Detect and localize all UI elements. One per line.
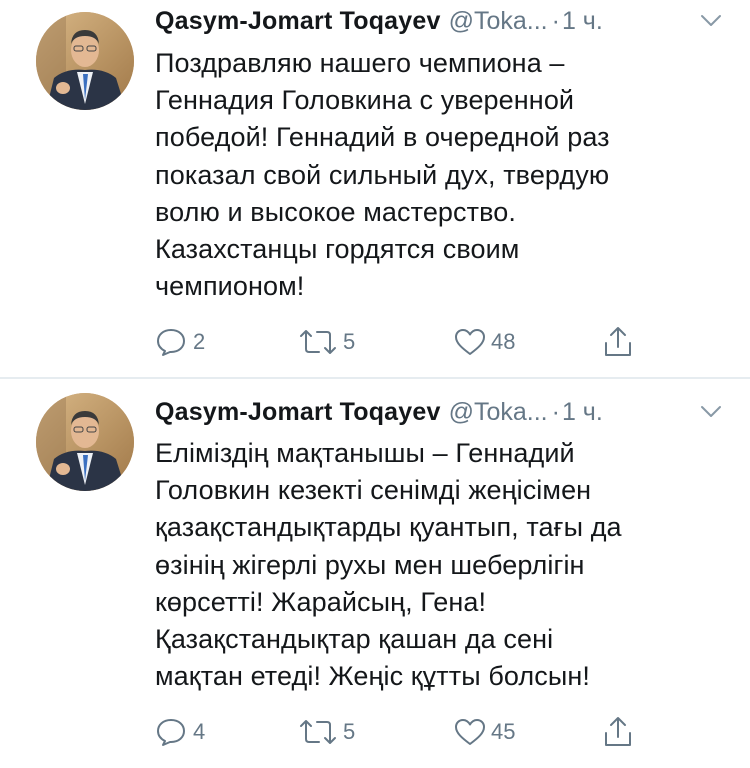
tweet-text-line: Қазақстандықтар қашан да сені (155, 624, 554, 655)
retweet-button[interactable]: 5 (297, 712, 355, 752)
retweet-icon (297, 327, 339, 357)
tweet-text: Еліміздің мақтанышы – Геннадий Головкин … (155, 435, 735, 695)
chevron-down-icon[interactable] (700, 405, 722, 419)
tweet-header: Qasym-Jomart Toqayev @Toka... ·1 ч. (155, 4, 730, 38)
avatar[interactable] (36, 12, 134, 110)
tweet-actions: 2 5 48 (155, 322, 655, 362)
tweet-text-line: Поздравляю нашего чемпиона – (155, 48, 565, 78)
tweet-text-line: чемпионом! (155, 271, 305, 302)
like-icon (453, 327, 487, 357)
share-button[interactable] (602, 712, 634, 752)
tweet-header: Qasym-Jomart Toqayev @Toka... ·1 ч. (155, 395, 730, 429)
tweet-text-line: мақтан етеді! Жеңіс құтты болсын! (155, 661, 590, 692)
reply-count: 2 (193, 329, 206, 354)
author-name[interactable]: Qasym-Jomart Toqayev (155, 7, 441, 35)
tweet-text-line: победой! Геннадий в очередной раз (155, 122, 610, 153)
author-handle[interactable]: @Toka... (449, 7, 548, 35)
avatar[interactable] (36, 393, 134, 491)
tweet-text-line: показал свой сильный дух, твердую (155, 159, 610, 190)
tweet-text-line: өзінің жігерлі рухы мен шеберлігін (155, 549, 585, 580)
reply-button[interactable]: 4 (155, 712, 205, 752)
retweet-count: 5 (343, 719, 356, 744)
tweet[interactable]: Qasym-Jomart Toqayev @Toka... ·1 ч. Еліміз… (0, 379, 750, 768)
tweet-text: Поздравляю нашего чемпиона – Геннадия Го… (155, 45, 735, 305)
timestamp[interactable]: 1 ч. (562, 7, 603, 35)
tweet-text-line: волю и высокое мастерство. (155, 196, 516, 227)
tweet-text-line: Еліміздің мақтанышы – Геннадий (155, 438, 575, 468)
author-name[interactable]: Qasym-Jomart Toqayev (155, 398, 441, 426)
reply-icon (155, 717, 189, 747)
tweet-text-line: көрсетті! Жарайсың, Гена! (155, 586, 487, 617)
timestamp[interactable]: 1 ч. (562, 398, 603, 426)
like-button[interactable]: 45 (453, 712, 515, 752)
share-icon (602, 325, 634, 359)
share-button[interactable] (602, 322, 634, 362)
like-icon (453, 717, 487, 747)
share-icon (602, 715, 634, 749)
retweet-button[interactable]: 5 (297, 322, 355, 362)
tweet-text-line: қазақстандықтарды қуантып, тағы да (155, 512, 622, 543)
separator-dot: · (551, 7, 560, 35)
like-button[interactable]: 48 (453, 322, 515, 362)
tweet-timeline: Qasym-Jomart Toqayev @Toka... ·1 ч. Поздра… (0, 0, 750, 768)
separator-dot: · (551, 398, 560, 426)
reply-button[interactable]: 2 (155, 322, 205, 362)
author-handle[interactable]: @Toka... (449, 398, 548, 426)
like-count: 45 (491, 719, 516, 744)
tweet-text-line: Казахстанцы гордятся своим (155, 234, 520, 265)
tweet[interactable]: Qasym-Jomart Toqayev @Toka... ·1 ч. Поздра… (0, 0, 750, 378)
retweet-icon (297, 717, 339, 747)
chevron-down-icon[interactable] (700, 14, 722, 28)
tweet-actions: 4 5 45 (155, 712, 655, 752)
reply-icon (155, 327, 189, 357)
retweet-count: 5 (343, 329, 356, 354)
like-count: 48 (491, 329, 516, 354)
tweet-text-line: Геннадия Головкина с уверенной (155, 85, 575, 116)
tweet-text-line: Головкин кезекті сенімді жеңісімен (155, 475, 592, 506)
reply-count: 4 (193, 719, 206, 744)
